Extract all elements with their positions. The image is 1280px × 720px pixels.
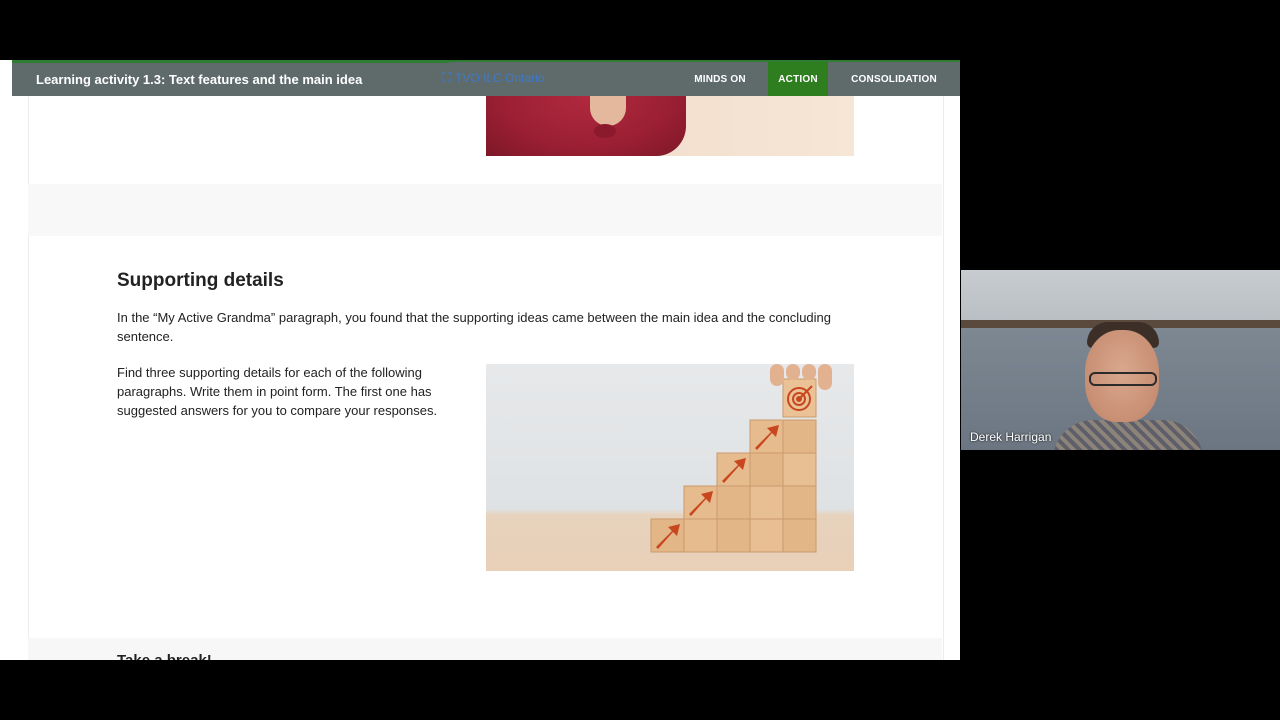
- nav-minds-on[interactable]: MINDS ON: [672, 62, 768, 96]
- watermark-text: TVO ILC Ontario: [455, 71, 545, 85]
- section-nav: MINDS ON ACTION CONSOLIDATION: [672, 62, 960, 96]
- lesson-title: Learning activity 1.3: Text features and…: [36, 71, 363, 87]
- red-shirt: [486, 96, 686, 156]
- participant-name: Derek Harrigan: [970, 430, 1052, 444]
- watermark: ⛶ TVO ILC Ontario: [442, 70, 544, 86]
- webcam-tile: Derek Harrigan: [961, 270, 1280, 450]
- section-divider: [28, 184, 942, 236]
- nav-action[interactable]: ACTION: [768, 62, 828, 96]
- presenter-glasses: [1089, 372, 1157, 386]
- nav-consolidation[interactable]: CONSOLIDATION: [828, 62, 960, 96]
- instruction-paragraph: Find three supporting details for each o…: [117, 365, 438, 418]
- next-section-heading: Take a break!: [117, 652, 212, 660]
- section-heading: Supporting details: [117, 270, 284, 291]
- progress-indicator: [12, 60, 449, 63]
- shared-screen: Learning activity 1.3: Text features and…: [0, 60, 960, 660]
- woman-photo: [486, 96, 854, 156]
- collar-bow: [594, 124, 616, 138]
- lesson-header: Learning activity 1.3: Text features and…: [12, 60, 960, 96]
- tvo-logo-icon: ⛶: [442, 70, 452, 85]
- blocks-illustration: [650, 364, 832, 553]
- intro-paragraph: In the “My Active Grandma” paragraph, yo…: [117, 310, 831, 344]
- presenter-shirt: [1053, 420, 1203, 450]
- wooden-blocks-photo: [486, 364, 854, 571]
